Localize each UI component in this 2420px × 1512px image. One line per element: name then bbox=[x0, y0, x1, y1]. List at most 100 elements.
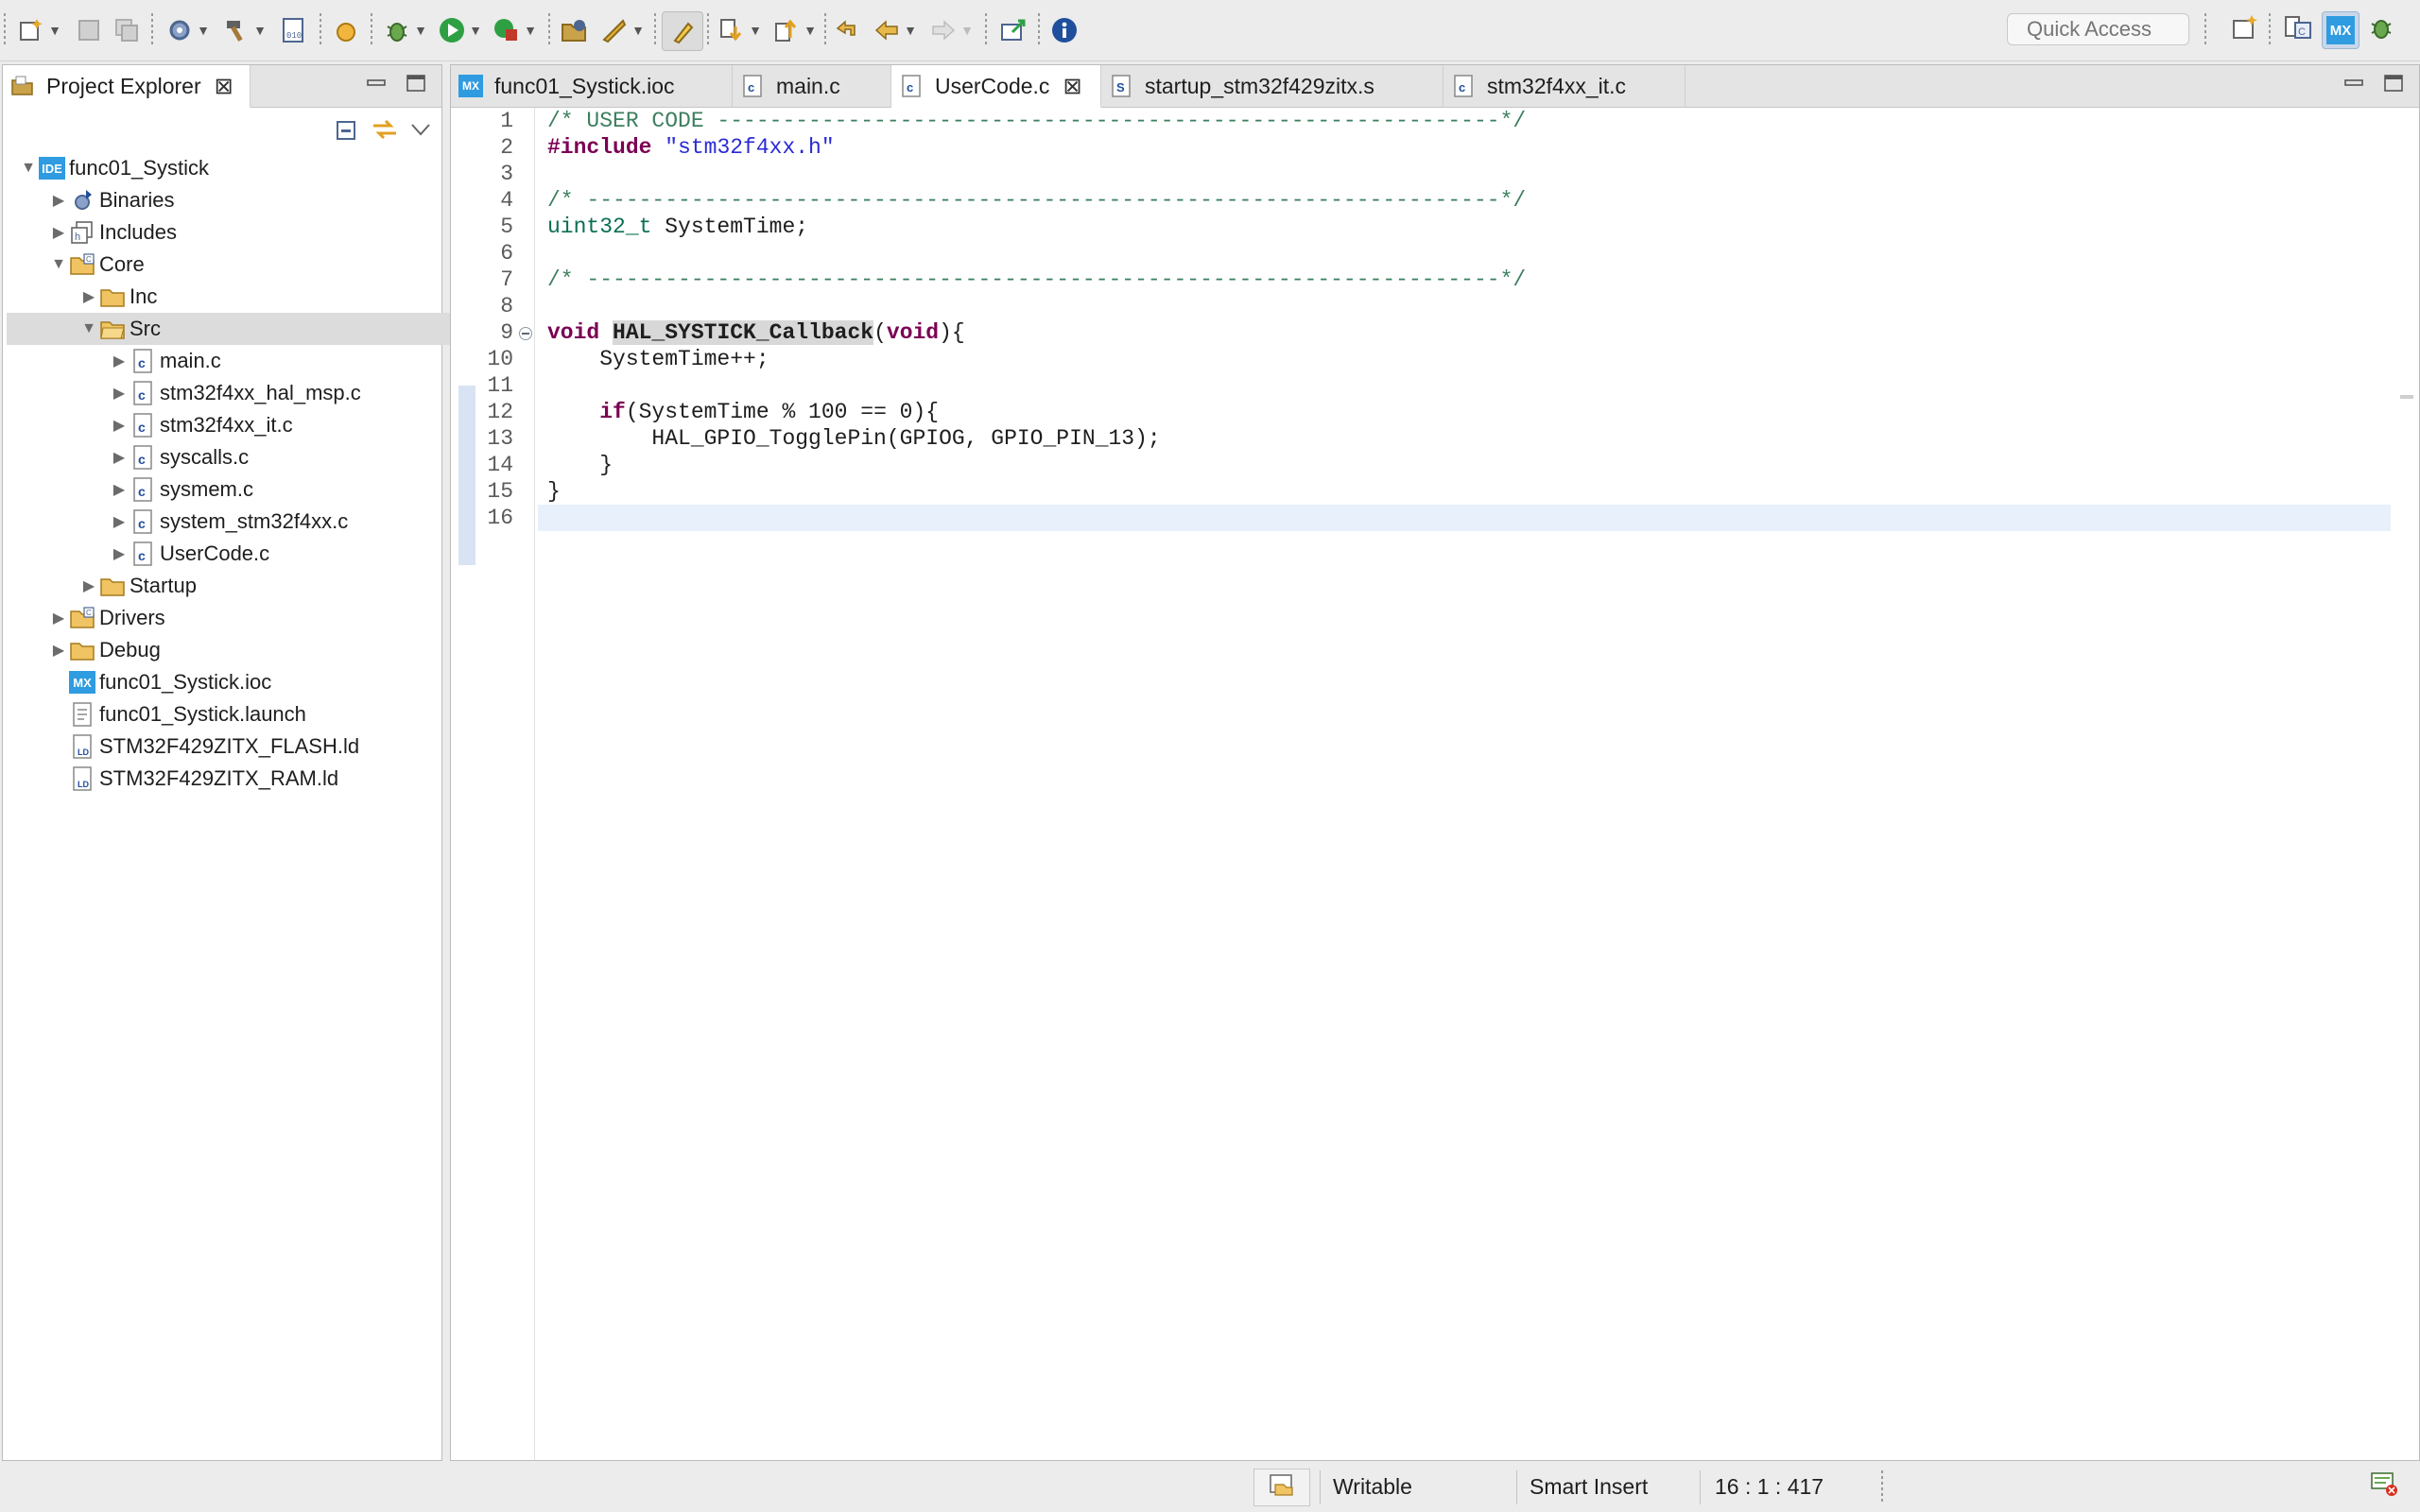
tree-item-core[interactable]: ▼ C Core bbox=[7, 249, 479, 281]
code-line[interactable]: HAL_GPIO_TogglePin(GPIOG, GPIO_PIN_13); bbox=[538, 425, 2391, 452]
build-button[interactable]: ▼ bbox=[219, 11, 268, 49]
back-button[interactable]: ▼ bbox=[870, 11, 919, 49]
svg-text:C: C bbox=[86, 255, 92, 264]
open-perspective-button[interactable] bbox=[2227, 11, 2263, 47]
overview-marker[interactable] bbox=[2400, 395, 2413, 399]
mx-file-icon: MX bbox=[69, 669, 95, 696]
chevron-right-icon[interactable]: ▶ bbox=[48, 608, 69, 628]
code-line[interactable]: /* -------------------------------------… bbox=[538, 187, 2391, 214]
chevron-right-icon[interactable]: ▶ bbox=[109, 415, 130, 436]
quick-access-input[interactable] bbox=[2007, 13, 2189, 45]
close-icon[interactable]: ⊠ bbox=[215, 73, 233, 100]
tree-item-startup[interactable]: ▶ Startup bbox=[7, 570, 510, 602]
code-line[interactable]: #include "stm32f4xx.h" bbox=[538, 134, 2391, 161]
chevron-right-icon[interactable]: ▶ bbox=[109, 447, 130, 468]
code-editor[interactable]: /* USER CODE ---------------------------… bbox=[538, 108, 2391, 1460]
next-annotation-button[interactable]: ▼ bbox=[715, 11, 764, 49]
tree-item-debug[interactable]: ▶ Debug bbox=[7, 634, 479, 666]
code-line[interactable]: /* USER CODE ---------------------------… bbox=[538, 108, 2391, 134]
status-trim-button[interactable] bbox=[1253, 1469, 1310, 1506]
maximize-button[interactable] bbox=[2381, 73, 2406, 97]
tab-startup-s[interactable]: S startup_stm32f429zitx.s bbox=[1101, 65, 1443, 107]
collapse-all-button[interactable] bbox=[334, 116, 360, 147]
chevron-right-icon[interactable]: ▶ bbox=[48, 190, 69, 211]
maximize-button[interactable] bbox=[404, 73, 428, 97]
overview-ruler[interactable] bbox=[2394, 108, 2419, 1460]
chevron-right-icon[interactable]: ▶ bbox=[109, 543, 130, 564]
tree-item-project[interactable]: ▼ IDE func01_Systick bbox=[7, 152, 449, 184]
tab-main-c[interactable]: c main.c bbox=[733, 65, 891, 107]
code-line[interactable] bbox=[538, 240, 2391, 266]
notifications-button[interactable] bbox=[2365, 1463, 2403, 1510]
tree-item-launch[interactable]: func01_Systick.launch bbox=[7, 698, 500, 730]
previous-annotation-button[interactable]: ▼ bbox=[769, 11, 819, 49]
code-line[interactable] bbox=[538, 161, 2391, 187]
chevron-down-icon[interactable]: ▼ bbox=[48, 254, 69, 275]
tree-item-flash-ld[interactable]: LD STM32F429ZITX_FLASH.ld bbox=[7, 730, 500, 763]
code-line[interactable] bbox=[538, 293, 2391, 319]
code-line[interactable]: if(SystemTime % 100 == 0){ bbox=[538, 399, 2391, 425]
device-config-button[interactable] bbox=[329, 11, 363, 49]
chevron-right-icon[interactable]: ▶ bbox=[78, 286, 99, 307]
chevron-right-icon[interactable]: ▶ bbox=[109, 479, 130, 500]
information-button[interactable] bbox=[1047, 11, 1081, 49]
tab-func01-systick-ioc[interactable]: MX func01_Systick.ioc bbox=[451, 65, 733, 107]
code-line[interactable] bbox=[538, 372, 2391, 399]
code-line[interactable]: uint32_t SystemTime; bbox=[538, 214, 2391, 240]
tree-item-ram-ld[interactable]: LD STM32F429ZITX_RAM.ld bbox=[7, 763, 500, 795]
chevron-right-icon[interactable]: ▶ bbox=[109, 351, 130, 371]
svg-text:c: c bbox=[1459, 80, 1465, 94]
code-line-current[interactable] bbox=[538, 505, 2391, 531]
code-line[interactable]: void HAL_SYSTICK_Callback(void){ bbox=[538, 319, 2391, 346]
toolbar-grip[interactable] bbox=[4, 13, 6, 47]
chevron-right-icon[interactable]: ▶ bbox=[109, 511, 130, 532]
view-menu-button[interactable] bbox=[409, 120, 432, 144]
forward-button[interactable]: ▼ bbox=[926, 11, 976, 49]
line-number: 3 bbox=[500, 162, 513, 186]
status-grip[interactable] bbox=[1881, 1470, 1883, 1504]
save-button[interactable] bbox=[72, 11, 106, 49]
open-perspective-export-button[interactable] bbox=[996, 11, 1030, 49]
open-perspective-icon bbox=[2231, 13, 2259, 46]
last-edit-location-button[interactable] bbox=[830, 11, 864, 49]
run-external-tool-button[interactable]: ▼ bbox=[490, 11, 539, 49]
chevron-right-icon[interactable]: ▶ bbox=[109, 383, 130, 404]
save-all-button[interactable] bbox=[110, 11, 144, 49]
minimize-button[interactable] bbox=[2342, 73, 2366, 97]
chevron-down-icon[interactable]: ▼ bbox=[18, 158, 39, 179]
binary-button[interactable]: 010 bbox=[276, 11, 310, 49]
tree-item-ioc[interactable]: MX func01_Systick.ioc bbox=[7, 666, 500, 698]
code-line[interactable]: } bbox=[538, 452, 2391, 478]
tree-item-drivers[interactable]: ▶ C Drivers bbox=[7, 602, 479, 634]
run-button[interactable]: ▼ bbox=[435, 11, 484, 49]
tree-item-inc[interactable]: ▶ Inc bbox=[7, 281, 510, 313]
tree-item-src[interactable]: ▼ Src bbox=[7, 313, 510, 345]
perspective-mx-button[interactable]: MX bbox=[2322, 11, 2360, 49]
close-icon[interactable]: ⊠ bbox=[1063, 73, 1081, 100]
chevron-down-icon[interactable]: ▼ bbox=[78, 318, 99, 339]
fold-collapse-icon[interactable] bbox=[519, 327, 532, 340]
perspective-debug-button[interactable] bbox=[2363, 11, 2399, 47]
tab-usercode-c[interactable]: c UserCode.c ⊠ bbox=[891, 65, 1101, 108]
new-wizard-button[interactable]: ▼ bbox=[15, 11, 62, 49]
tree-item-includes[interactable]: ▶ h Includes bbox=[7, 216, 479, 249]
minimize-button[interactable] bbox=[364, 73, 389, 97]
build-configuration-button[interactable]: ▼ bbox=[163, 11, 212, 49]
tab-project-explorer[interactable]: Project Explorer ⊠ bbox=[3, 65, 251, 108]
open-type-button[interactable] bbox=[558, 11, 592, 49]
search-button[interactable]: ▼ bbox=[597, 11, 647, 49]
code-line[interactable]: } bbox=[538, 478, 2391, 505]
chevron-right-icon[interactable]: ▶ bbox=[48, 640, 69, 661]
debug-button[interactable]: ▼ bbox=[380, 11, 429, 49]
toggle-mark-occurrences-button[interactable] bbox=[662, 11, 703, 51]
code-line[interactable]: /* -------------------------------------… bbox=[538, 266, 2391, 293]
code-line[interactable]: SystemTime++; bbox=[538, 346, 2391, 372]
tab-stm32f4xx-it-c[interactable]: c stm32f4xx_it.c bbox=[1443, 65, 1685, 107]
chevron-right-icon[interactable]: ▶ bbox=[48, 222, 69, 243]
export-icon bbox=[998, 15, 1028, 45]
tree-item-binaries[interactable]: ▶ Binaries bbox=[7, 184, 479, 216]
link-with-editor-button[interactable] bbox=[370, 116, 400, 147]
minimize-icon bbox=[2343, 77, 2364, 94]
perspective-cpp-button[interactable]: C bbox=[2280, 11, 2316, 47]
chevron-right-icon[interactable]: ▶ bbox=[78, 576, 99, 596]
